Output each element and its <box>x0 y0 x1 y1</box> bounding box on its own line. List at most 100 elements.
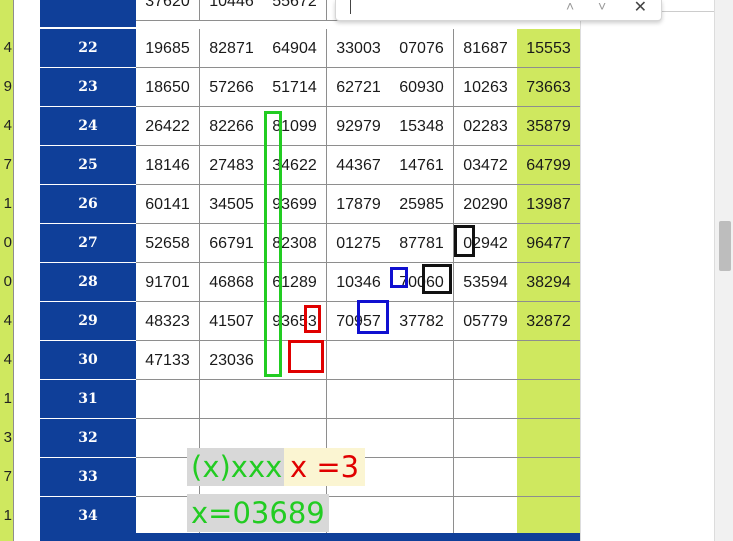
table-cell[interactable]: 35879 <box>517 107 581 146</box>
table-cell[interactable]: 51714 <box>263 68 327 107</box>
table-cell[interactable]: 20290 <box>454 185 518 224</box>
table-cell[interactable] <box>454 380 518 419</box>
row-header[interactable]: 31 <box>40 380 136 419</box>
table-cell[interactable]: 57266 <box>200 68 264 107</box>
table-cell[interactable]: 02283 <box>454 107 518 146</box>
table-cell[interactable]: 41507 <box>200 302 264 341</box>
table-cell[interactable] <box>390 419 454 458</box>
table-cell[interactable] <box>517 497 581 536</box>
table-cell[interactable]: 55672 <box>263 0 327 21</box>
table-cell[interactable]: 66791 <box>200 224 264 263</box>
table-cell[interactable] <box>517 380 581 419</box>
table-cell[interactable]: 27483 <box>200 146 264 185</box>
table-cell[interactable]: 44367 <box>327 146 391 185</box>
table-cell[interactable]: 47133 <box>136 341 200 380</box>
table-cell[interactable]: 96477 <box>517 224 581 263</box>
chevron-up-icon[interactable]: ˄ <box>566 0 574 14</box>
table-cell[interactable] <box>454 341 518 380</box>
table-cell[interactable] <box>390 380 454 419</box>
row-header[interactable]: 24 <box>40 107 136 146</box>
table-cell[interactable]: 60141 <box>136 185 200 224</box>
table-cell[interactable]: 73663 <box>517 68 581 107</box>
table-cell[interactable]: 64799 <box>517 146 581 185</box>
row-header[interactable]: 23 <box>40 68 136 107</box>
scroll-thumb[interactable] <box>719 221 731 271</box>
table-cell[interactable] <box>454 497 518 536</box>
table-cell[interactable]: 10446 <box>200 0 264 21</box>
table-cell[interactable]: 01275 <box>327 224 391 263</box>
find-input-caret[interactable] <box>350 0 351 14</box>
find-bar[interactable]: ˄ ˅ ✕ <box>335 0 662 21</box>
table-cell[interactable]: 46868 <box>200 263 264 302</box>
table-cell[interactable] <box>390 458 454 497</box>
black-highlight-box <box>422 264 452 294</box>
table-cell[interactable] <box>390 497 454 536</box>
table-cell[interactable]: 05779 <box>454 302 518 341</box>
table-cell[interactable]: 81687 <box>454 29 518 68</box>
table-cell[interactable] <box>517 341 581 380</box>
row-header[interactable]: 34 <box>40 497 136 536</box>
row-header[interactable]: 29 <box>40 302 136 341</box>
table-cell[interactable]: 52658 <box>136 224 200 263</box>
table-cell[interactable] <box>517 458 581 497</box>
table-cell[interactable]: 14761 <box>390 146 454 185</box>
table-cell[interactable]: 25985 <box>390 185 454 224</box>
formula-green-label: (x)xxx <box>187 448 287 486</box>
table-cell[interactable]: 15553 <box>517 29 581 68</box>
table-cell[interactable]: 82266 <box>200 107 264 146</box>
table-cell[interactable]: 62721 <box>327 68 391 107</box>
table-cell[interactable]: 19685 <box>136 29 200 68</box>
spreadsheet-view: 4947100441371 37620 10446 55672 22 19685 828… <box>0 0 733 541</box>
table-cell[interactable]: 60930 <box>390 68 454 107</box>
row-header[interactable]: 22 <box>40 29 136 68</box>
table-cell[interactable]: 34505 <box>200 185 264 224</box>
row-header <box>40 0 136 28</box>
table-cell[interactable] <box>327 341 391 380</box>
red-highlight-box-small <box>304 305 321 333</box>
table-cell[interactable] <box>517 419 581 458</box>
table-cell[interactable]: 23036 <box>200 341 264 380</box>
table-cell[interactable]: 64904 <box>263 29 327 68</box>
row-header[interactable]: 28 <box>40 263 136 302</box>
table-cell[interactable]: 07076 <box>390 29 454 68</box>
table-cell[interactable]: 82871 <box>200 29 264 68</box>
left-column-digit: 1 <box>3 195 12 212</box>
table-cell[interactable]: 37782 <box>390 302 454 341</box>
table-cell[interactable]: 37620 <box>136 0 200 21</box>
table-cell[interactable]: 53594 <box>454 263 518 302</box>
table-cell[interactable]: 91701 <box>136 263 200 302</box>
table-cell[interactable]: 13987 <box>517 185 581 224</box>
close-icon[interactable]: ✕ <box>634 0 647 17</box>
table-cell[interactable]: 10346 <box>327 263 391 302</box>
table-cell[interactable]: 32872 <box>517 302 581 341</box>
table-cell[interactable]: 15348 <box>390 107 454 146</box>
table-cell[interactable] <box>136 380 200 419</box>
row-header[interactable]: 26 <box>40 185 136 224</box>
table-cell[interactable] <box>327 497 391 536</box>
table-cell[interactable]: 18146 <box>136 146 200 185</box>
table-cell[interactable] <box>200 380 264 419</box>
table-cell[interactable] <box>263 380 327 419</box>
table-cell[interactable]: 17879 <box>327 185 391 224</box>
table-cell[interactable]: 33003 <box>327 29 391 68</box>
table-cell[interactable]: 48323 <box>136 302 200 341</box>
table-cell[interactable]: 18650 <box>136 68 200 107</box>
table-cell[interactable] <box>327 380 391 419</box>
row-header[interactable]: 27 <box>40 224 136 263</box>
table-cell[interactable]: 03472 <box>454 146 518 185</box>
chevron-down-icon[interactable]: ˅ <box>598 0 606 14</box>
row-header[interactable]: 33 <box>40 458 136 497</box>
table-cell[interactable]: 26422 <box>136 107 200 146</box>
table-cell[interactable]: 92979 <box>327 107 391 146</box>
table-cell[interactable] <box>454 419 518 458</box>
table-cell[interactable]: 10263 <box>454 68 518 107</box>
table-cell[interactable]: 38294 <box>517 263 581 302</box>
row-header[interactable]: 32 <box>40 419 136 458</box>
row-header[interactable]: 25 <box>40 146 136 185</box>
row-header[interactable]: 30 <box>40 341 136 380</box>
table-cell[interactable] <box>454 458 518 497</box>
table-cell[interactable]: 87781 <box>390 224 454 263</box>
black-highlight-box-tall <box>454 225 475 257</box>
table-cell[interactable] <box>390 341 454 380</box>
vertical-scrollbar[interactable] <box>714 0 733 541</box>
